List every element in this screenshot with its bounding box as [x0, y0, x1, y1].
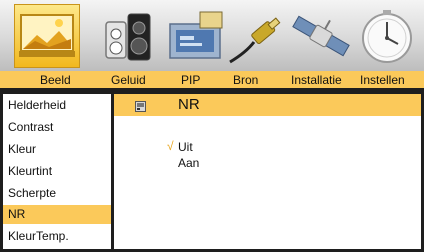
clock-icon[interactable] — [356, 6, 418, 66]
option-uit[interactable]: Uit — [178, 140, 193, 154]
menu-item-nr[interactable]: NR — [3, 205, 111, 224]
tab-geluid[interactable]: Geluid — [111, 71, 146, 88]
tab-bron[interactable]: Bron — [233, 71, 258, 88]
tv-osd-menu: Beeld Geluid PIP Bron Installatie Instel… — [0, 0, 424, 252]
detail-header: NR — [114, 94, 421, 116]
checkmark-icon: √ — [167, 139, 174, 153]
menu-item-kleur[interactable]: Kleur — [3, 140, 111, 159]
menu-item-kleurtint[interactable]: Kleurtint — [3, 162, 111, 181]
tab-pip[interactable]: PIP — [181, 71, 200, 88]
detail-panel: NR √ Uit Aan — [114, 94, 421, 249]
menu-item-helderheid[interactable]: Helderheid — [3, 96, 111, 115]
category-icon-band — [0, 0, 424, 71]
tab-instellen[interactable]: Instellen — [360, 71, 405, 88]
submenu-list: Helderheid Contrast Kleur Kleurtint Sche… — [3, 94, 111, 249]
menu-item-kleurtemp[interactable]: KleurTemp. — [3, 227, 111, 246]
option-aan[interactable]: Aan — [178, 156, 199, 170]
detail-title: NR — [178, 96, 200, 113]
category-tab-bar: Beeld Geluid PIP Bron Installatie Instel… — [0, 71, 424, 88]
picture-settings-icon — [135, 99, 146, 112]
menu-item-scherpte[interactable]: Scherpte — [3, 184, 111, 203]
speaker-icon[interactable] — [98, 6, 160, 66]
pip-icon[interactable] — [166, 6, 228, 66]
connector-icon[interactable] — [226, 6, 288, 66]
picture-icon[interactable] — [14, 4, 80, 68]
satellite-icon[interactable] — [290, 6, 352, 66]
tab-beeld[interactable]: Beeld — [40, 71, 71, 88]
tab-installatie[interactable]: Installatie — [291, 71, 342, 88]
menu-item-contrast[interactable]: Contrast — [3, 118, 111, 137]
